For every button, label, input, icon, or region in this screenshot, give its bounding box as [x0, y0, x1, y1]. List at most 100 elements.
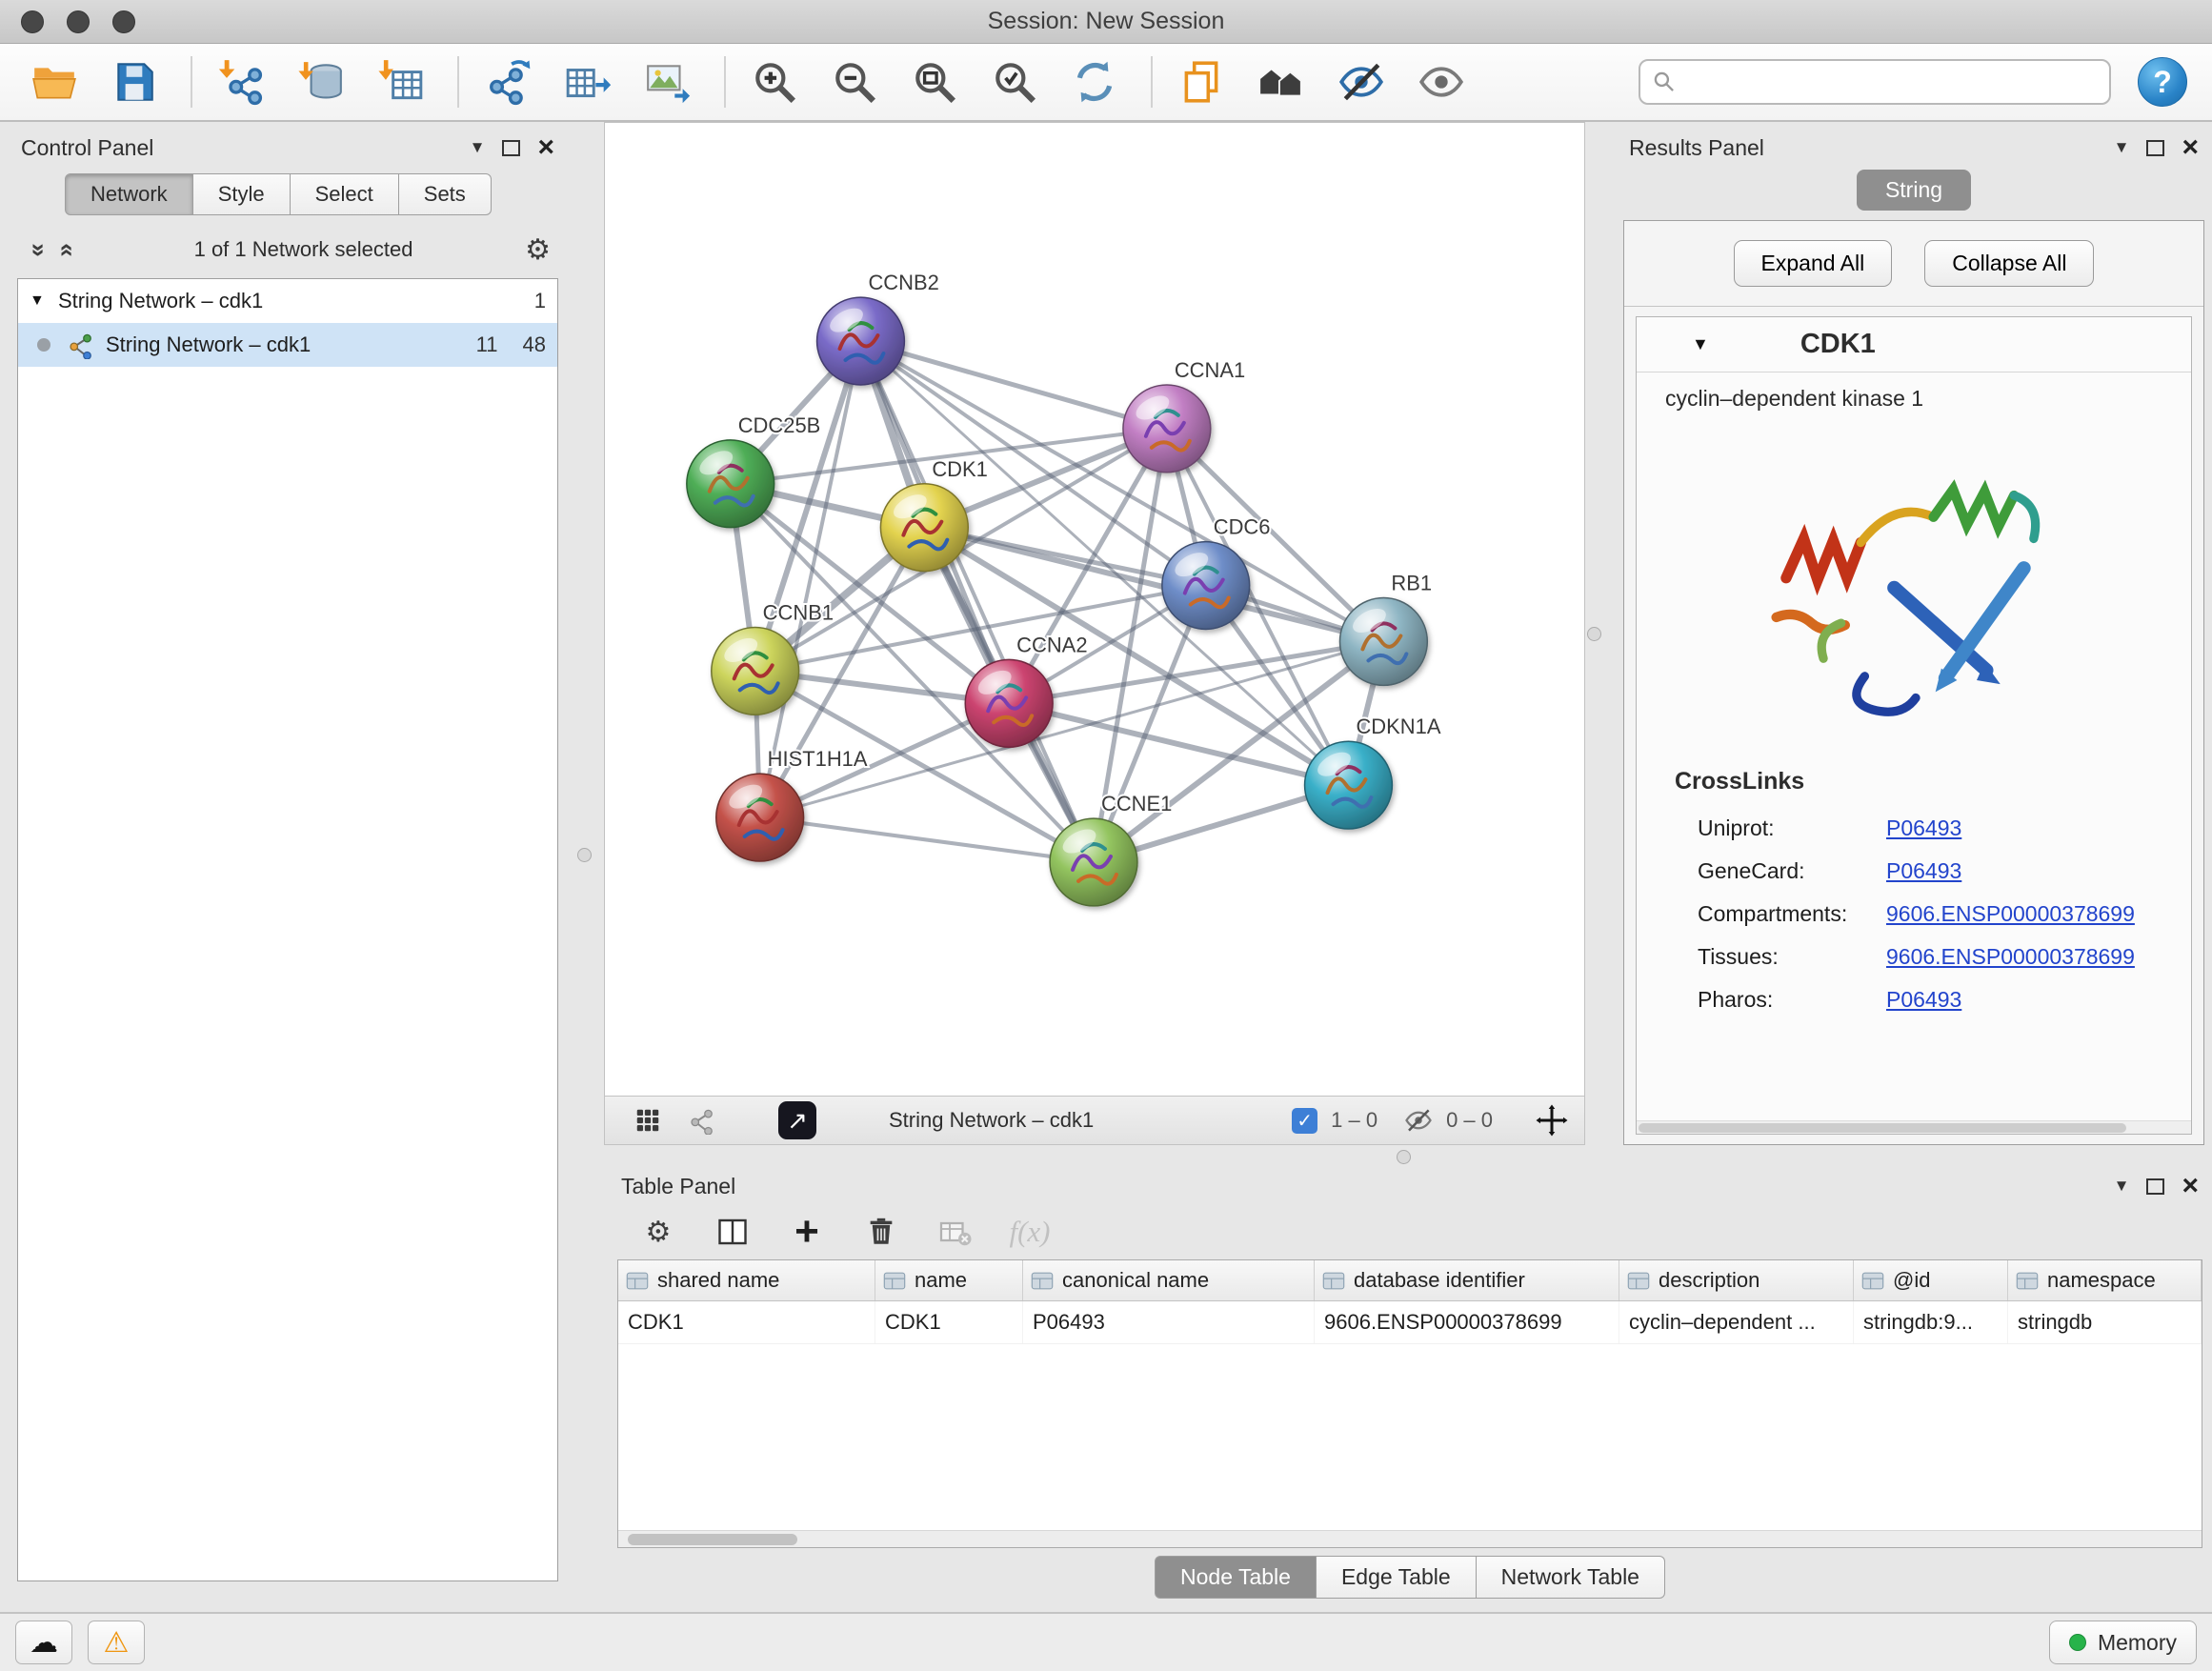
zoom-out-button[interactable]	[825, 52, 884, 111]
show-all-button[interactable]	[1412, 52, 1471, 111]
duplicate-network-button[interactable]	[1172, 52, 1231, 111]
collapse-all-button[interactable]: Collapse All	[1924, 240, 2094, 287]
import-network-database-button[interactable]	[292, 52, 351, 111]
table-cell[interactable]: stringdb:9...	[1854, 1301, 2008, 1343]
crosslink-link[interactable]: P06493	[1886, 987, 1961, 1013]
delete-column-icon[interactable]	[863, 1214, 899, 1250]
splitter-grip[interactable]	[577, 848, 592, 862]
collapse-gene-icon[interactable]: ▼	[1692, 334, 1709, 354]
network-collection-row[interactable]: ▼ String Network – cdk1 1	[18, 279, 557, 323]
tab-node-table[interactable]: Node Table	[1155, 1556, 1317, 1599]
column-header-namespace[interactable]: namespace	[2008, 1260, 2202, 1300]
tab-network[interactable]: Network	[65, 173, 193, 215]
export-table-button[interactable]	[558, 52, 617, 111]
close-panel-icon[interactable]: ×	[537, 138, 554, 157]
tab-select[interactable]: Select	[291, 173, 399, 215]
move-crosshair-icon[interactable]	[1535, 1103, 1569, 1137]
scrollbar-thumb[interactable]	[628, 1534, 797, 1545]
refresh-view-button[interactable]	[1065, 52, 1124, 111]
hidden-eye-icon[interactable]	[1404, 1106, 1433, 1135]
title-bar[interactable]: Session: New Session	[0, 0, 2212, 44]
network-node-CDC25B[interactable]	[687, 440, 774, 528]
import-network-file-button[interactable]	[211, 52, 271, 111]
results-horizontal-scrollbar[interactable]	[1637, 1120, 2191, 1134]
show-columns-icon[interactable]	[714, 1214, 751, 1250]
save-session-button[interactable]	[105, 52, 164, 111]
annotation-mode-button[interactable]: ↗	[778, 1101, 816, 1139]
help-button[interactable]: ?	[2138, 57, 2187, 107]
table-cell[interactable]: cyclin–dependent ...	[1619, 1301, 1854, 1343]
network-node-CCNA2[interactable]	[965, 659, 1053, 747]
splitter-grip[interactable]	[1587, 627, 1601, 641]
splitter-grip[interactable]	[1397, 1150, 1411, 1164]
expand-all-button[interactable]: Expand All	[1734, 240, 1893, 287]
network-node-CDC6[interactable]	[1162, 542, 1250, 630]
crosslink-link[interactable]: P06493	[1886, 815, 1961, 841]
network-row[interactable]: String Network – cdk1 11 48	[18, 323, 557, 367]
network-node-RB1[interactable]	[1339, 598, 1427, 686]
column-header-canonical-name[interactable]: canonical name	[1023, 1260, 1315, 1300]
table-cell[interactable]: CDK1	[618, 1301, 875, 1343]
zoom-selected-button[interactable]	[985, 52, 1044, 111]
crosslink-link[interactable]: 9606.ENSP00000378699	[1886, 901, 2135, 927]
network-node-CCNA1[interactable]	[1123, 385, 1211, 473]
memory-button[interactable]: Memory	[2049, 1621, 2197, 1664]
float-panel-icon[interactable]: ▼	[2114, 1177, 2130, 1196]
tab-sets[interactable]: Sets	[399, 173, 492, 215]
network-node-CCNB2[interactable]	[817, 297, 905, 385]
column-header-database-identifier[interactable]: database identifier	[1315, 1260, 1619, 1300]
import-table-button[interactable]	[372, 52, 431, 111]
delete-table-icon[interactable]	[937, 1214, 974, 1250]
tab-string[interactable]: String	[1857, 170, 1971, 211]
add-column-icon[interactable]: +	[789, 1214, 825, 1250]
network-node-CDKN1A[interactable]	[1305, 741, 1393, 829]
export-image-button[interactable]	[638, 52, 697, 111]
cloud-button[interactable]: ☁	[15, 1621, 72, 1664]
network-overview-icon[interactable]	[687, 1106, 715, 1135]
grid-view-icon[interactable]	[633, 1106, 662, 1135]
network-node-CCNB1[interactable]	[712, 627, 799, 715]
zoom-in-button[interactable]	[745, 52, 804, 111]
table-row[interactable]: CDK1CDK1P064939606.ENSP00000378699cyclin…	[618, 1301, 2202, 1344]
zoom-fit-button[interactable]	[905, 52, 964, 111]
column-header-shared-name[interactable]: shared name	[618, 1260, 875, 1300]
close-panel-icon[interactable]: ×	[2182, 1177, 2199, 1196]
selected-checkbox-icon[interactable]: ✓	[1292, 1108, 1317, 1134]
export-network-button[interactable]	[478, 52, 537, 111]
network-node-CDK1[interactable]	[880, 484, 968, 572]
column-header-@id[interactable]: @id	[1854, 1260, 2008, 1300]
close-panel-icon[interactable]: ×	[2182, 138, 2199, 157]
scrollbar-thumb[interactable]	[1639, 1123, 2126, 1133]
table-cell[interactable]: 9606.ENSP00000378699	[1315, 1301, 1619, 1343]
maximize-panel-icon[interactable]	[2146, 140, 2164, 156]
network-node-HIST1H1A[interactable]	[716, 774, 804, 861]
table-cell[interactable]: stringdb	[2008, 1301, 2202, 1343]
hide-selected-button[interactable]	[1332, 52, 1391, 111]
search-input[interactable]	[1684, 70, 2098, 94]
open-session-button[interactable]	[25, 52, 84, 111]
expand-all-icon[interactable]: «	[53, 235, 83, 264]
tab-style[interactable]: Style	[193, 173, 291, 215]
crosslink-link[interactable]: 9606.ENSP00000378699	[1886, 944, 2135, 970]
tab-network-table[interactable]: Network Table	[1477, 1556, 1665, 1599]
warnings-button[interactable]: ⚠	[88, 1621, 145, 1664]
table-horizontal-scrollbar[interactable]	[618, 1530, 2202, 1547]
table-settings-gear-icon[interactable]: ⚙	[640, 1214, 676, 1250]
maximize-panel-icon[interactable]	[502, 140, 520, 156]
crosslink-link[interactable]: P06493	[1886, 858, 1961, 884]
network-node-CCNE1[interactable]	[1050, 818, 1137, 906]
function-builder-icon[interactable]: f(x)	[1012, 1214, 1048, 1250]
column-header-name[interactable]: name	[875, 1260, 1023, 1300]
gene-card-header[interactable]: ▼ CDK1	[1637, 317, 2191, 372]
network-graph[interactable]: CCNB2CCNA1CDC25BCDK1CDC6RB1CCNB1CCNA2CDK…	[605, 123, 1584, 1096]
collapse-all-icon[interactable]: »	[25, 235, 54, 264]
gear-icon[interactable]: ⚙	[525, 233, 551, 267]
network-canvas[interactable]: CCNB2CCNA1CDC25BCDK1CDC6RB1CCNB1CCNA2CDK…	[604, 122, 1585, 1096]
maximize-panel-icon[interactable]	[2146, 1178, 2164, 1195]
collapse-triangle-icon[interactable]: ▼	[30, 292, 58, 310]
home-button[interactable]	[1252, 52, 1311, 111]
float-panel-icon[interactable]: ▼	[470, 138, 486, 157]
tab-edge-table[interactable]: Edge Table	[1317, 1556, 1477, 1599]
table-cell[interactable]: P06493	[1023, 1301, 1315, 1343]
table-cell[interactable]: CDK1	[875, 1301, 1023, 1343]
